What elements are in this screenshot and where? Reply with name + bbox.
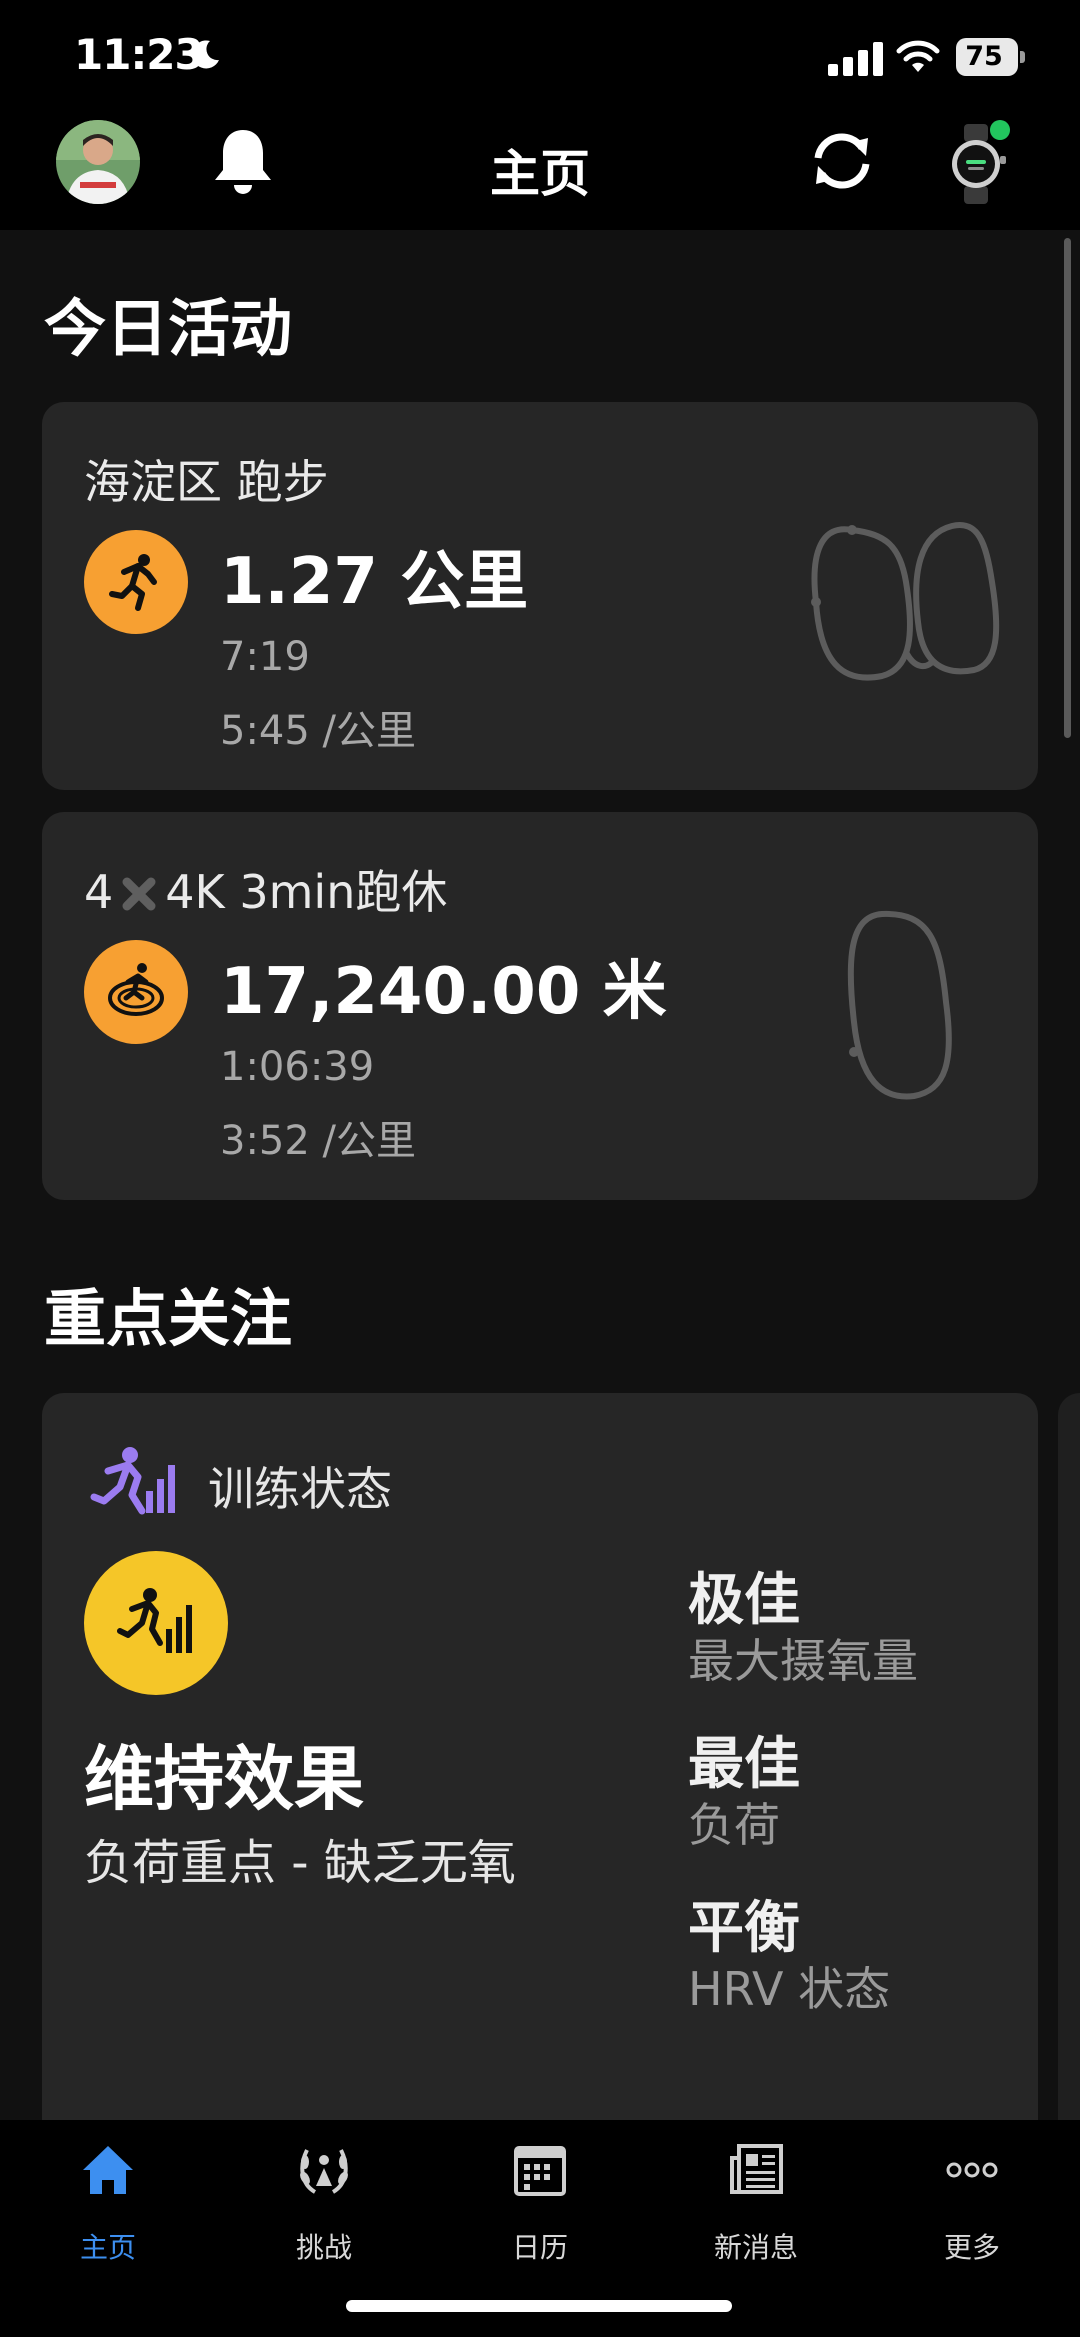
signal-icon [828, 42, 883, 76]
nav-home[interactable]: 主页 [18, 2142, 198, 2282]
news-icon [730, 2144, 783, 2194]
activity-distance: 17,240.00 米 [220, 955, 667, 1029]
activity-title: 海淀区 跑步 [84, 455, 329, 509]
activity-type-badge [84, 530, 188, 634]
nav-challenges[interactable]: 挑战 [234, 2142, 414, 2282]
calendar-icon [514, 2146, 566, 2196]
running-icon [109, 554, 157, 611]
status-time: 11:23 [74, 30, 204, 79]
vo2max-label: 最大摄氧量 [688, 1634, 918, 1688]
nav-calendar[interactable]: 日历 [450, 2142, 630, 2282]
status-badge [84, 1551, 228, 1695]
training-status-value: 维持效果 [84, 1738, 364, 1820]
home-icon [83, 2146, 133, 2194]
activity-type-badge [84, 940, 188, 1044]
home-screen: 11:23 75 主页 今日活动 海淀区 跑步 1.27 公里 7:19 5:4… [0, 0, 1080, 2337]
battery-icon: 75 [956, 38, 1025, 76]
activity-title: 4 4K 3min跑休 [84, 865, 448, 919]
activity-duration: 7:19 [220, 634, 310, 680]
track-running-icon [108, 963, 164, 1016]
nav-news[interactable]: 新消息 [666, 2142, 846, 2282]
activity-duration: 1:06:39 [220, 1044, 375, 1090]
hrv-label: HRV 状态 [688, 1962, 891, 2016]
home-indicator[interactable] [346, 2300, 732, 2312]
training-status-icon [90, 1447, 175, 1515]
moon-icon [192, 40, 219, 69]
more-icon [946, 2162, 998, 2178]
hrv-value: 平衡 [688, 1896, 800, 1961]
scrollbar[interactable] [1064, 238, 1071, 738]
training-status-label: 训练状态 [208, 1462, 392, 1516]
training-status-icon [117, 1588, 192, 1653]
activity-card-1[interactable]: 海淀区 跑步 1.27 公里 7:19 5:45 /公里 [42, 402, 1038, 790]
route-map [811, 522, 1000, 681]
today-section-title: 今日活动 [44, 292, 293, 365]
wifi-icon [896, 40, 940, 72]
status-bar: 11:23 75 [0, 0, 1080, 110]
vo2max-value: 极佳 [688, 1568, 800, 1633]
route-map [847, 910, 952, 1100]
activity-pace: 5:45 /公里 [220, 708, 417, 754]
sync-icon[interactable] [806, 128, 878, 194]
laurel-icon [300, 2149, 348, 2194]
focus-section-title: 重点关注 [44, 1282, 293, 1355]
nav-more[interactable]: 更多 [882, 2142, 1062, 2282]
activity-pace: 3:52 /公里 [220, 1118, 417, 1164]
activity-distance: 1.27 公里 [220, 545, 529, 619]
training-status-subtitle: 负荷重点 - 缺乏无氧 [84, 1835, 516, 1891]
times-icon [122, 877, 156, 911]
load-value: 最佳 [688, 1732, 800, 1797]
activity-card-2[interactable]: 4 4K 3min跑休 17,240.00 米 1:06:39 3:52 /公里 [42, 812, 1038, 1200]
page-title: 主页 [490, 145, 590, 203]
load-label: 负荷 [688, 1798, 780, 1852]
app-header: 主页 [0, 110, 1080, 230]
battery-level: 75 [965, 41, 1003, 72]
watch-status-dot [990, 120, 1010, 140]
